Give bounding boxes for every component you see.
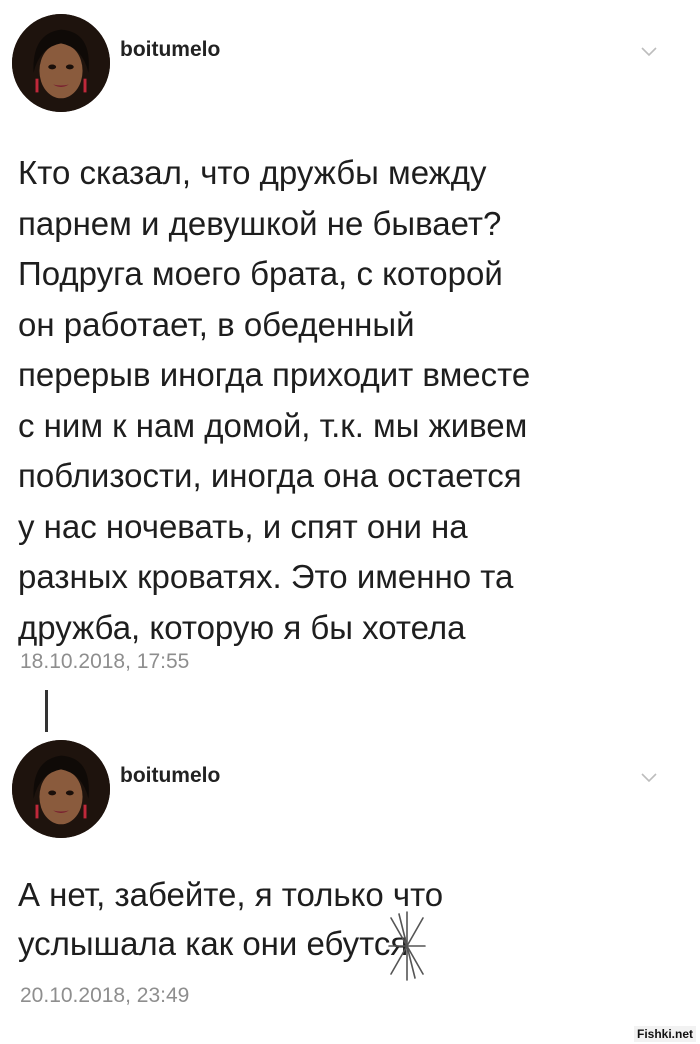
- username[interactable]: boitumelo: [120, 38, 220, 62]
- chevron-down-icon[interactable]: [640, 772, 658, 784]
- post-2: boitumelo А нет, забейте, я только что у…: [0, 730, 700, 1030]
- post-text: А нет, забейте, я только что услышала ка…: [18, 876, 444, 962]
- timestamp: 18.10.2018, 17:55: [20, 650, 190, 673]
- avatar-image: [12, 14, 110, 112]
- thread-connector-line: [45, 690, 48, 732]
- hand-drawn-overlay-mark: [385, 908, 429, 984]
- timestamp: 20.10.2018, 23:49: [20, 984, 190, 1007]
- post-text: Кто сказал, что дружбы между парнем и де…: [18, 154, 531, 646]
- username[interactable]: boitumelo: [120, 764, 220, 788]
- post-1: boitumelo Кто сказал, что дружбы между п…: [0, 0, 700, 700]
- chevron-down-icon[interactable]: [640, 46, 658, 58]
- avatar[interactable]: [12, 740, 110, 838]
- watermark: Fishki.net: [633, 1026, 696, 1042]
- avatar-image: [12, 740, 110, 838]
- avatar[interactable]: [12, 14, 110, 112]
